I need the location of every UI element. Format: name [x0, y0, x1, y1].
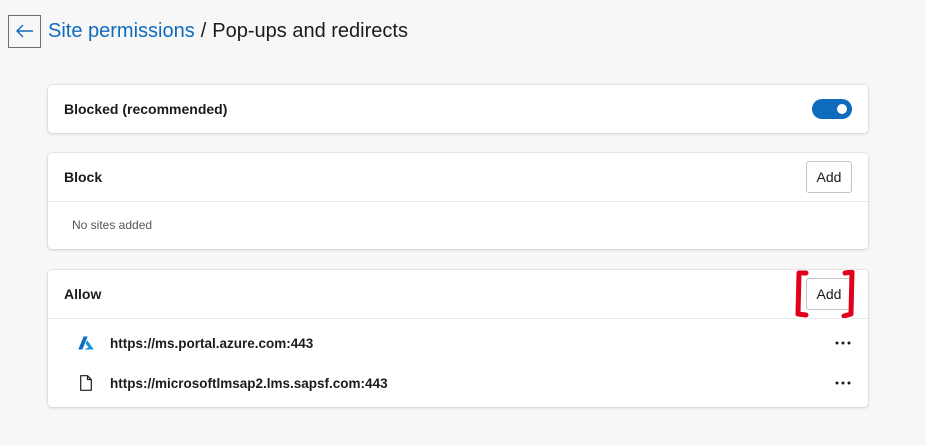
- allow-add-button[interactable]: Add: [806, 278, 852, 310]
- blocked-setting-card: Blocked (recommended): [48, 85, 868, 133]
- allow-section-title: Allow: [64, 286, 102, 302]
- more-horizontal-icon: [835, 381, 851, 385]
- blocked-toggle[interactable]: [812, 99, 852, 119]
- block-section-card: Block Add No sites added: [48, 153, 868, 249]
- block-section-title: Block: [64, 169, 103, 185]
- more-horizontal-icon: [835, 341, 851, 345]
- block-add-button[interactable]: Add: [806, 161, 852, 193]
- toggle-knob: [837, 104, 847, 114]
- block-section-header: Block Add: [48, 153, 868, 201]
- block-empty-message: No sites added: [72, 218, 153, 232]
- allow-section-card: Allow Add https://ms.portal.azure.com:44…: [48, 270, 868, 407]
- allowed-site-row: https://microsoftlmsap2.lms.sapsf.com:44…: [48, 363, 868, 403]
- allowed-site-url: https://ms.portal.azure.com:443: [110, 335, 314, 351]
- more-options-button[interactable]: [834, 333, 852, 353]
- back-button[interactable]: [8, 14, 41, 48]
- blocked-setting-label: Blocked (recommended): [64, 101, 228, 117]
- arrow-left-icon: [15, 24, 33, 38]
- allowed-site-row: https://ms.portal.azure.com:443: [48, 323, 868, 363]
- azure-logo-icon: [78, 335, 94, 351]
- page-title: Pop-ups and redirects: [212, 20, 408, 42]
- page-header: Site permissions / Pop-ups and redirects: [8, 14, 408, 48]
- document-icon: [78, 375, 94, 391]
- breadcrumb-site-permissions-link[interactable]: Site permissions: [48, 20, 195, 42]
- breadcrumb-separator: /: [200, 20, 207, 42]
- breadcrumb: Site permissions / Pop-ups and redirects: [48, 14, 408, 48]
- allowed-site-url: https://microsoftlmsap2.lms.sapsf.com:44…: [110, 375, 388, 391]
- allow-section-header: Allow Add: [48, 270, 868, 318]
- blocked-setting-row: Blocked (recommended): [48, 85, 868, 133]
- more-options-button[interactable]: [834, 373, 852, 393]
